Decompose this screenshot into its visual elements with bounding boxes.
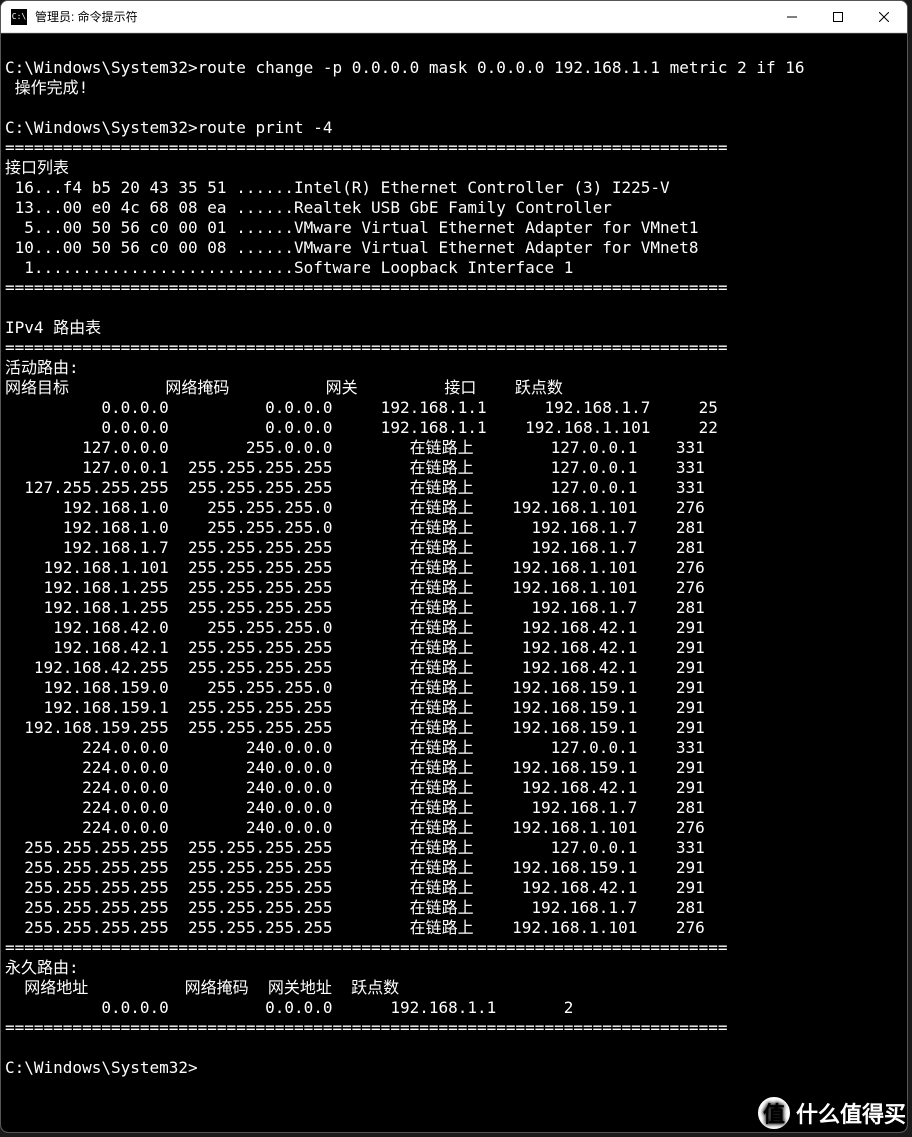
- watermark: 值 什么值得买: [756, 1095, 906, 1131]
- terminal-output[interactable]: C:\Windows\System32>route change -p 0.0.…: [1, 33, 907, 1132]
- maximize-button[interactable]: [815, 1, 861, 33]
- close-button[interactable]: [861, 1, 907, 33]
- titlebar[interactable]: C:\ 管理员: 命令提示符: [1, 1, 907, 33]
- minimize-button[interactable]: [769, 1, 815, 33]
- watermark-badge-icon: 值: [756, 1095, 792, 1131]
- window-title: 管理员: 命令提示符: [35, 8, 138, 25]
- cmd-icon: C:\: [11, 9, 27, 25]
- watermark-text: 什么值得买: [796, 1097, 906, 1129]
- command-prompt-window: C:\ 管理员: 命令提示符 C:\Windows\System32>route…: [0, 0, 908, 1133]
